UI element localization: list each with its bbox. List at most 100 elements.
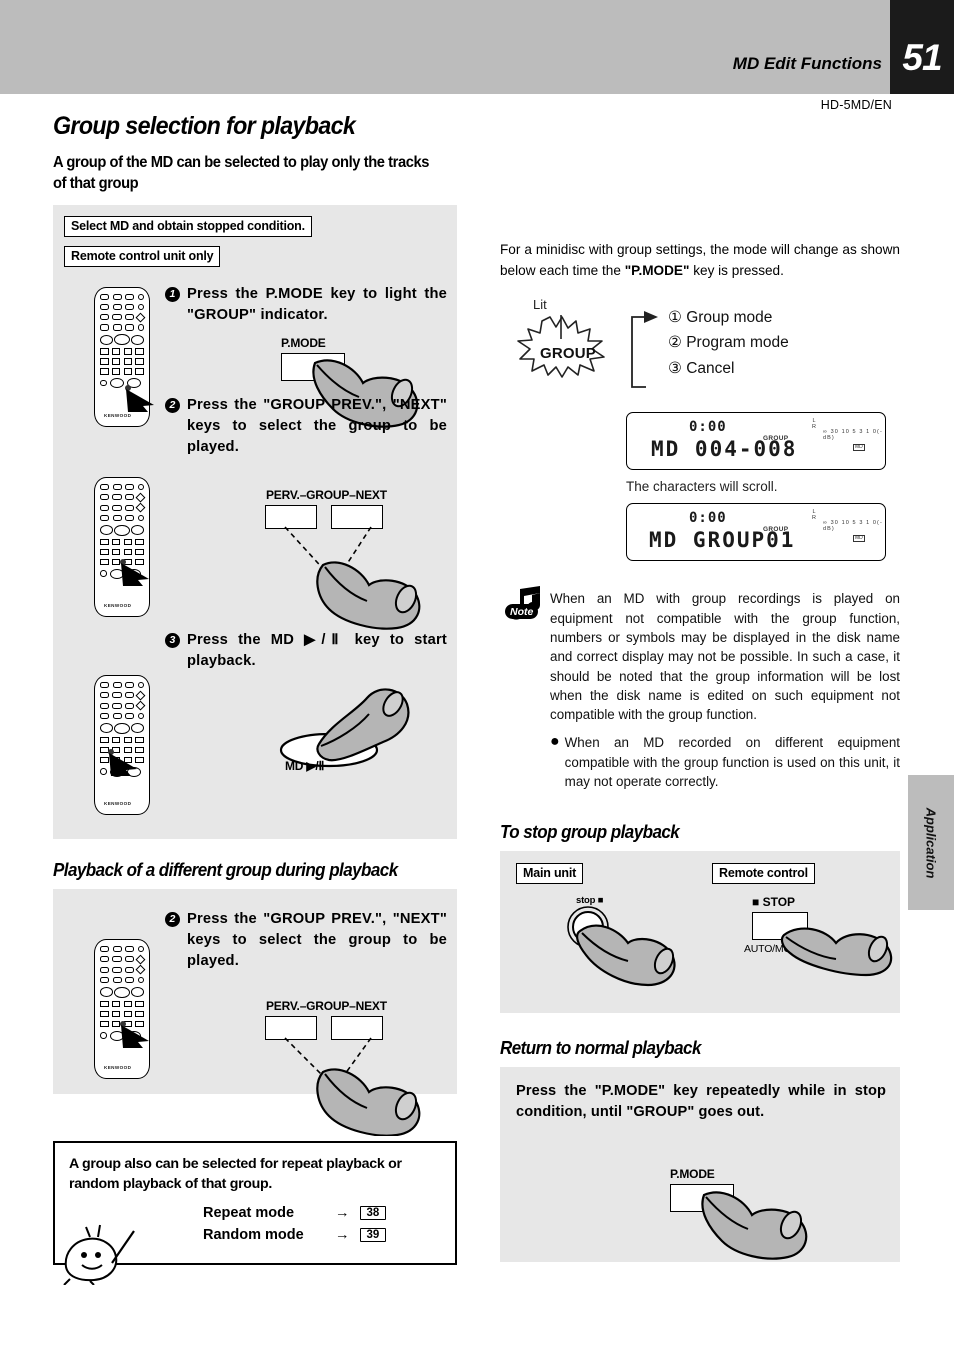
step-2-alt-number: 2 [165, 909, 180, 972]
lcd1-time: 0:00 [689, 419, 727, 436]
instruction-panel-main: Select MD and obtain stopped condition. … [53, 204, 457, 839]
pressing-hand-illustration-5 [701, 1191, 808, 1260]
header-band [0, 0, 954, 94]
tag-main-unit: Main unit [516, 863, 584, 885]
random-mode-page-ref[interactable]: 39 [359, 1227, 387, 1242]
step-2-text: Press the "GROUP PREV.", "NEXT" keys to … [187, 396, 447, 455]
mode-2-label: Program mode [686, 334, 789, 352]
lcd2-main-text: MD GROUP01 [649, 528, 796, 553]
return-normal-panel: Press the "P.MODE" key repeatedly while … [500, 1067, 900, 1263]
mode-3-label: Cancel [686, 359, 735, 377]
note-bullet-text: When an MD recorded on different equipme… [564, 735, 900, 789]
remote-brand-label: KENWOOD [104, 800, 132, 806]
step-3-text: Press the MD ▶/Ⅱ key to start playback. [187, 631, 447, 669]
remote-brand-label: KENWOOD [104, 412, 132, 418]
mode-2-number: ② [668, 334, 682, 352]
mode-1-number: ① [668, 309, 682, 327]
remote-stop-hand-illustration [780, 927, 893, 977]
pointer-arrow-icon [109, 752, 137, 776]
stop-playback-panel: Main unit Remote control stop ■ ■ STOP A… [500, 851, 900, 1014]
pressing-hand-illustration-3 [279, 688, 410, 767]
note-body-text: When an MD with group recordings is play… [550, 591, 900, 723]
page-subtitle: A group of the MD can be selected to pla… [53, 154, 430, 192]
random-mode-label: Random mode [203, 1226, 304, 1243]
random-mode-row: Random mode → 39 [203, 1226, 387, 1243]
pointer-arrow-icon [121, 562, 149, 586]
instruction-panel-different-group: 2 Press the "GROUP PREV.", "NEXT" keys t… [53, 888, 457, 1136]
cycle-arrow-icon [631, 311, 658, 389]
right-column: For a minidisc with group settings, the … [500, 240, 900, 1263]
pointer-arrow-icon [126, 388, 154, 412]
remote-control-illustration-1: KENWOOD [94, 286, 154, 427]
pointer-arrow-icon [121, 1024, 149, 1048]
return-normal-text: Press the "P.MODE" key repeatedly while … [516, 1083, 886, 1121]
intro-pmode-key: "P.MODE" [624, 262, 690, 278]
remote-brand-label: KENWOOD [104, 602, 132, 608]
side-tab-label: Application [923, 807, 939, 878]
tag-remote-only: Remote control unit only [64, 245, 221, 267]
remote-control-illustration-4: KENWOOD [94, 938, 150, 1079]
model-code: HD-5MD/EN [820, 98, 892, 112]
lcd2-time: 0:00 [689, 510, 727, 527]
repeat-mode-arrow: → [335, 1204, 350, 1221]
note-bullet-item: ● When an MD recorded on different equip… [550, 733, 900, 791]
step-3-number: 3 [165, 630, 180, 672]
intro-paragraph: For a minidisc with group settings, the … [500, 240, 900, 281]
header-section-title: MD Edit Functions [732, 54, 882, 73]
mode-cycle-diagram: Lit GROUP ① Group mode ② Program mode ③ … [500, 297, 900, 402]
note-bullet-marker: ● [550, 733, 560, 751]
mode-item-3: ③ Cancel [668, 356, 789, 381]
group-indicator-text: GROUP [539, 345, 596, 363]
repeat-random-text: A group also can be selected for repeat … [69, 1155, 402, 1192]
random-mode-arrow: → [335, 1226, 350, 1243]
repeat-random-info-box: A group also can be selected for repeat … [53, 1140, 457, 1285]
key-label-md-play-pause: MD ▶/Ⅱ [285, 758, 325, 773]
step-2: 2 Press the "GROUP PREV.", "NEXT" keys t… [165, 395, 447, 458]
lcd1-md-icon: MD [853, 444, 865, 452]
note-block: Note When an MD with group recordings is… [500, 586, 900, 791]
lcd1-level-scale: ∞ 30 10 5 3 1 0(-dB) [823, 429, 883, 442]
tag-remote-control: Remote control [712, 863, 815, 885]
repeat-mode-label: Repeat mode [203, 1204, 295, 1221]
left-column: Group selection for playback A group of … [53, 112, 457, 1285]
repeat-mode-row: Repeat mode → 38 [203, 1204, 387, 1221]
intro-text-part2: key is pressed. [689, 262, 784, 278]
lcd2-md-icon: MD [853, 535, 865, 543]
pressing-hand-illustration-2 [284, 526, 421, 630]
lcd2-lr-indicator: L R [812, 509, 816, 522]
main-unit-stop-hand-illustration [567, 906, 676, 987]
step-2-alt: 2 Press the "GROUP PREV.", "NEXT" keys t… [165, 909, 447, 972]
heading-return-to-normal-playback: Return to normal playback [500, 1037, 701, 1059]
step-1: 1 Press the P.MODE key to light the "GRO… [165, 284, 447, 326]
lcd1-lr-indicator: L R [812, 418, 816, 431]
lcd-display-track: 0:00 GROUP L R ∞ 30 10 5 3 1 0(-dB) MD M… [626, 412, 886, 471]
step-1-text: Press the P.MODE key to light the "GROUP… [187, 285, 447, 323]
mascot-character-icon [63, 1224, 135, 1285]
remote-control-illustration-3: KENWOOD [94, 674, 150, 815]
page-number: 51 [902, 37, 942, 78]
lcd2-level-scale: ∞ 30 10 5 3 1 0(-dB) [823, 520, 883, 533]
mode-item-2: ② Program mode [668, 330, 789, 355]
mode-item-1: ① Group mode [668, 305, 789, 330]
step-3: 3 Press the MD ▶/Ⅱ key to start playback… [165, 630, 447, 672]
key-label-group-prev-next-2: PERV.–GROUP–NEXT [266, 998, 387, 1013]
tag-select-md: Select MD and obtain stopped condition. [64, 215, 312, 237]
lit-label: Lit [533, 297, 547, 313]
key-label-group-prev-next-1: PERV.–GROUP–NEXT [266, 487, 387, 502]
remote-control-illustration-2: KENWOOD [94, 476, 150, 617]
lcd1-caption: The characters will scroll. [626, 479, 778, 495]
mode-3-number: ③ [668, 359, 682, 377]
lcd1-main-text: MD 004-008 [651, 437, 798, 462]
remote-brand-label: KENWOOD [104, 1064, 132, 1070]
pressing-hand-illustration-4 [284, 1037, 421, 1136]
mode-1-label: Group mode [686, 309, 773, 327]
repeat-mode-page-ref[interactable]: 38 [359, 1205, 387, 1220]
side-tab-application: Application [908, 775, 954, 910]
heading-playback-different-group: Playback of a different group during pla… [53, 858, 398, 880]
note-badge-label: Note [505, 604, 539, 620]
lcd-display-group: 0:00 GROUP L R ∞ 30 10 5 3 1 0(-dB) MD M… [626, 503, 886, 562]
page-title: Group selection for playback [53, 112, 356, 140]
heading-to-stop-group-playback: To stop group playback [500, 821, 680, 843]
step-1-number: 1 [165, 284, 180, 326]
step-2-number: 2 [165, 395, 180, 458]
